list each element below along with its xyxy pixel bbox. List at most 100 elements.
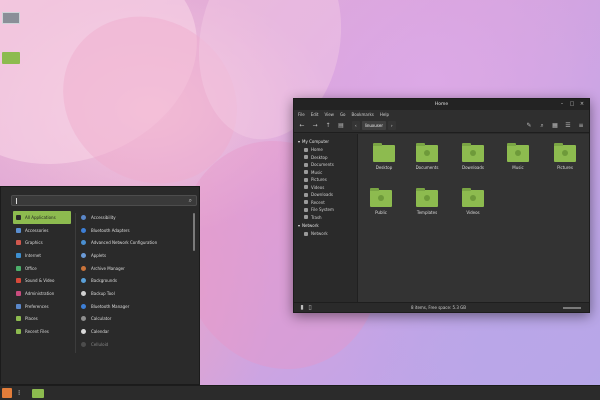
office-icon	[16, 265, 21, 271]
folder-item[interactable]: Music	[501, 143, 535, 170]
maximize-button[interactable]: □	[569, 101, 575, 107]
folder-item[interactable]: Templates	[410, 188, 444, 215]
menubar: File Edit View Go Bookmarks Help	[294, 110, 589, 119]
home-icon	[304, 147, 308, 152]
menu-edit[interactable]: Edit	[311, 112, 319, 117]
breadcrumb-left-button[interactable]: ‹	[352, 121, 360, 130]
celluloid-icon	[81, 341, 86, 347]
icon-view-icon[interactable]: ▦	[551, 122, 559, 130]
close-button[interactable]: ×	[579, 101, 585, 107]
menu-button-icon[interactable]	[2, 388, 12, 398]
folder-item[interactable]: Pictures	[548, 143, 582, 170]
sidebar-heading-network[interactable]: ▾ Network	[294, 221, 357, 230]
breadcrumb-right-button[interactable]: ›	[388, 121, 396, 130]
folder-item[interactable]: Desktop	[367, 143, 401, 170]
folder-item[interactable]: Documents	[410, 143, 444, 170]
search-icon[interactable]: ⌕	[538, 122, 546, 130]
category-graphics[interactable]: Graphics	[13, 236, 71, 249]
drive-icon	[304, 207, 308, 212]
statusbar: ▮ ▯ 8 items, Free space: 5.3 GB	[294, 302, 589, 312]
menu-scrollbar[interactable]	[193, 213, 195, 251]
sidebar-item-network[interactable]: Network	[294, 230, 357, 238]
sidebar-item-file-system[interactable]: File System	[294, 206, 357, 214]
toggle-location-icon[interactable]: ✎	[525, 122, 533, 130]
app-bluetooth-manager[interactable]: Bluetooth Manager	[79, 300, 191, 313]
category-sound-video[interactable]: Sound & Video	[13, 274, 71, 287]
forward-icon[interactable]: →	[311, 122, 319, 130]
graphics-icon	[16, 240, 21, 246]
app-calculator[interactable]: Calculator	[79, 313, 191, 326]
app-backup-tool[interactable]: Backup Tool	[79, 287, 191, 300]
menu-file[interactable]: File	[298, 112, 305, 117]
category-all-applications[interactable]: All Applications	[13, 211, 71, 224]
sidebar-item-recent[interactable]: Recent	[294, 199, 357, 207]
zoom-slider[interactable]	[563, 306, 581, 309]
breadcrumb-home[interactable]: linuxuser	[361, 121, 386, 130]
documents-icon	[304, 162, 308, 167]
places-icon	[16, 316, 21, 322]
sidebar-item-videos[interactable]: Videos	[294, 184, 357, 192]
menu-view[interactable]: View	[324, 112, 334, 117]
sidebar-item-downloads[interactable]: Downloads	[294, 191, 357, 199]
application-menu: ⌕ All Applications Accessories Graphics …	[0, 186, 200, 385]
sidebar-item-music[interactable]: Music	[294, 169, 357, 177]
app-calendar[interactable]: Calendar	[79, 325, 191, 338]
menu-help[interactable]: Help	[380, 112, 389, 117]
up-icon[interactable]: ↑	[324, 122, 332, 130]
location-icon[interactable]: ▤	[337, 122, 345, 130]
show-desktop-icon[interactable]: ⁞	[18, 388, 24, 398]
menu-search-input[interactable]: ⌕	[11, 195, 197, 206]
folder-item[interactable]: Videos	[456, 188, 490, 215]
calendar-icon	[81, 329, 86, 335]
music-icon	[304, 170, 308, 175]
breadcrumb: ‹ linuxuser ›	[352, 121, 396, 130]
applets-icon	[81, 252, 86, 258]
network-config-icon	[81, 240, 86, 246]
sidebar-toggle-icon[interactable]: ▮	[298, 304, 306, 312]
window-titlebar[interactable]: Home – □ ×	[294, 99, 589, 110]
app-advanced-network-configuration[interactable]: Advanced Network Configuration	[79, 236, 191, 249]
folder-item[interactable]: Downloads	[456, 143, 490, 170]
category-administration[interactable]: Administration	[13, 287, 71, 300]
sidebar-item-documents[interactable]: Documents	[294, 161, 357, 169]
app-archive-manager[interactable]: Archive Manager	[79, 262, 191, 275]
preferences-icon	[16, 303, 21, 309]
folder-icon	[373, 143, 395, 162]
category-places[interactable]: Places	[13, 313, 71, 326]
downloads-folder-icon	[462, 143, 484, 162]
internet-icon	[16, 252, 21, 258]
tree-view-icon[interactable]: ▯	[306, 304, 314, 312]
app-accessibility[interactable]: Accessibility	[79, 211, 191, 224]
app-celluloid[interactable]: Celluloid	[79, 338, 191, 351]
sound-video-icon	[16, 278, 21, 284]
sidebar-item-pictures[interactable]: Pictures	[294, 176, 357, 184]
public-folder-icon	[370, 188, 392, 207]
sidebar-heading-computer[interactable]: ▾ My Computer	[294, 137, 357, 146]
files-launcher-icon[interactable]	[32, 389, 44, 398]
app-applets[interactable]: Applets	[79, 249, 191, 262]
minimize-button[interactable]: –	[559, 101, 565, 107]
category-internet[interactable]: Internet	[13, 249, 71, 262]
sidebar-item-home[interactable]: Home	[294, 146, 357, 154]
sidebar-item-desktop[interactable]: Desktop	[294, 154, 357, 162]
menu-bookmarks[interactable]: Bookmarks	[352, 112, 374, 117]
sidebar: ▾ My Computer Home Desktop Documents Mus…	[294, 134, 358, 302]
category-recent-files[interactable]: Recent Files	[13, 325, 71, 338]
menu-categories: All Applications Accessories Graphics In…	[13, 211, 71, 338]
category-accessories[interactable]: Accessories	[13, 224, 71, 237]
folder-item[interactable]: Public	[364, 188, 398, 215]
menu-divider	[75, 213, 76, 353]
category-preferences[interactable]: Preferences	[13, 300, 71, 313]
app-bluetooth-adapters[interactable]: Bluetooth Adapters	[79, 224, 191, 237]
computer-desktop-icon[interactable]	[2, 12, 20, 24]
sidebar-item-trash[interactable]: Trash	[294, 214, 357, 222]
back-icon[interactable]: ←	[298, 122, 306, 130]
compact-view-icon[interactable]: ≡	[577, 122, 585, 130]
list-view-icon[interactable]: ☰	[564, 122, 572, 130]
category-office[interactable]: Office	[13, 262, 71, 275]
menu-go[interactable]: Go	[340, 112, 346, 117]
app-backgrounds[interactable]: Backgrounds	[79, 274, 191, 287]
documents-folder-icon	[416, 143, 438, 162]
status-text: 8 items, Free space: 5.3 GB	[410, 305, 467, 310]
home-folder-desktop-icon[interactable]	[2, 52, 20, 64]
